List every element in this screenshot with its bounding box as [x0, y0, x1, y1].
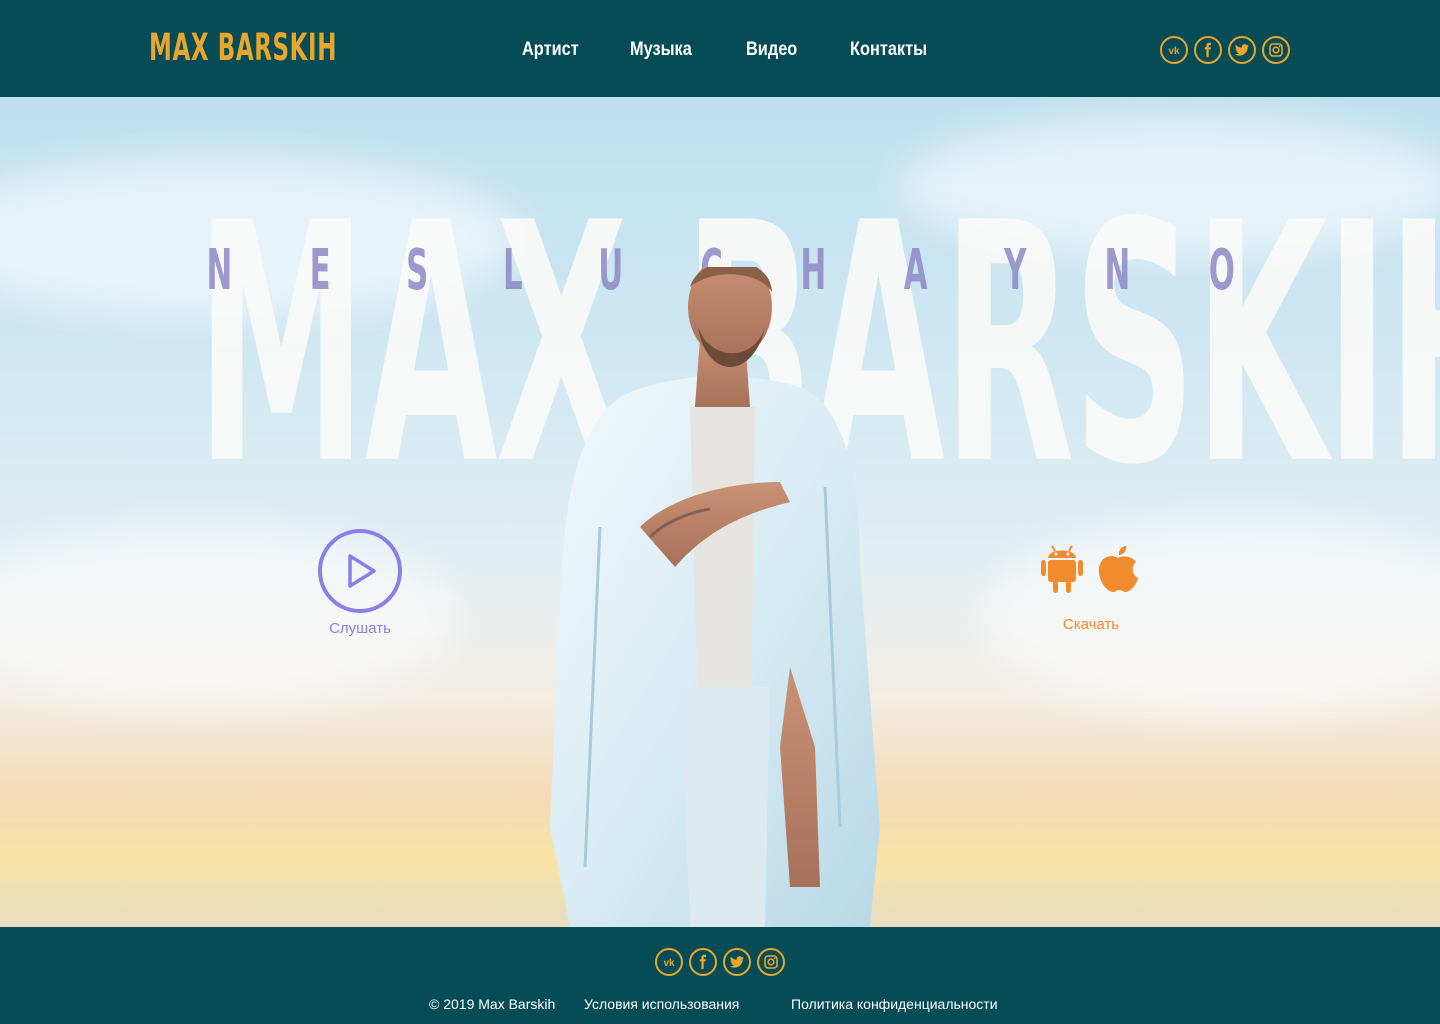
nav-item-artist[interactable]: Артист: [522, 36, 579, 64]
footer-social-links: vk: [655, 948, 785, 976]
site-footer: vk © 2019 Max Barskih Условия использова…: [0, 927, 1440, 1024]
download-section: Скачать: [1040, 540, 1142, 633]
copyright-text: © 2019 Max Barskih: [429, 996, 556, 1012]
android-icon[interactable]: [1040, 540, 1084, 594]
subtitle-letter: N: [206, 238, 233, 303]
footer-links: © 2019 Max Barskih Условия использования…: [0, 996, 1440, 1016]
subtitle-letter: A: [904, 238, 929, 303]
listen-label[interactable]: Слушать: [308, 620, 412, 637]
subtitle-letter: O: [1209, 238, 1236, 303]
facebook-icon[interactable]: [1194, 36, 1222, 64]
vk-icon[interactable]: vk: [1160, 36, 1188, 64]
facebook-icon[interactable]: [689, 948, 717, 976]
svg-text:vk: vk: [1168, 46, 1180, 57]
listen-button[interactable]: Слушать: [318, 529, 402, 637]
subtitle-letter: L: [502, 238, 523, 303]
nav-item-music[interactable]: Музыка: [630, 36, 692, 64]
apple-icon[interactable]: [1096, 542, 1140, 594]
twitter-icon[interactable]: [1228, 36, 1256, 64]
subtitle-letter: N: [1104, 238, 1131, 303]
subtitle-letter: Y: [1004, 238, 1027, 303]
instagram-icon[interactable]: [1262, 36, 1290, 64]
hero-section: MAX BARSKIH N E S L U C H A Y N O: [0, 97, 1440, 927]
site-header: MAX BARSKIH Артист Музыка Видео Контакты…: [0, 0, 1440, 97]
vk-icon[interactable]: vk: [655, 948, 683, 976]
svg-text:vk: vk: [663, 958, 675, 969]
subtitle-letter: E: [309, 238, 331, 303]
artist-photo: [550, 267, 880, 927]
terms-link[interactable]: Условия использования: [584, 996, 739, 1012]
privacy-link[interactable]: Политика конфиденциальности: [791, 996, 998, 1012]
subtitle-letter: S: [405, 238, 428, 303]
play-icon[interactable]: [318, 529, 402, 613]
twitter-icon[interactable]: [723, 948, 751, 976]
nav-item-contacts[interactable]: Контакты: [850, 36, 927, 64]
download-label[interactable]: Скачать: [1040, 616, 1142, 633]
instagram-icon[interactable]: [757, 948, 785, 976]
header-social-links: vk: [1160, 36, 1290, 64]
nav-item-video[interactable]: Видео: [746, 36, 797, 64]
